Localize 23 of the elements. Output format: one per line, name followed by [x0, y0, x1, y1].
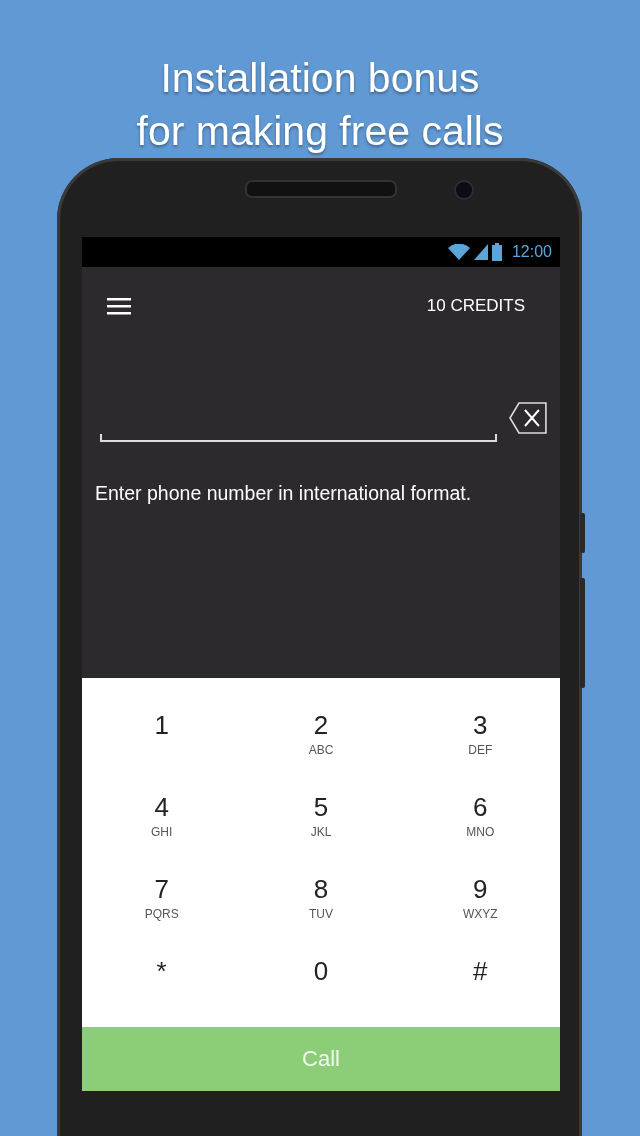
dial-key[interactable]: 9 WXYZ [400, 848, 560, 930]
dial-key[interactable]: 3 DEF [400, 684, 560, 766]
dial-key[interactable]: 6 MNO [400, 766, 560, 848]
camera-icon [454, 180, 474, 200]
headline: for making free calls [136, 107, 504, 156]
dial-key[interactable]: 4 GHI [82, 766, 242, 848]
dial-key[interactable]: 0 [241, 930, 401, 1012]
status-time: 12:00 [511, 243, 552, 261]
signal-icon [473, 244, 488, 260]
credits-label[interactable]: 10 CREDITS [426, 296, 525, 316]
hint-text: Enter phone number in international format. [95, 482, 473, 505]
wifi-icon [447, 244, 470, 260]
dial-key[interactable]: 2 ABC [241, 684, 401, 766]
headline: Installation bonus [160, 54, 480, 103]
dial-key[interactable]: 1 [82, 684, 242, 766]
battery-icon [491, 243, 502, 261]
backspace-icon[interactable] [509, 402, 547, 434]
menu-icon[interactable] [107, 297, 131, 315]
dial-key[interactable]: # [400, 930, 560, 1012]
dial-key[interactable]: * [82, 930, 242, 1012]
dial-key[interactable]: 8 TUV [241, 848, 401, 930]
dial-key[interactable]: 7 PQRS [82, 848, 242, 930]
dial-key[interactable]: 5 JKL [241, 766, 401, 848]
